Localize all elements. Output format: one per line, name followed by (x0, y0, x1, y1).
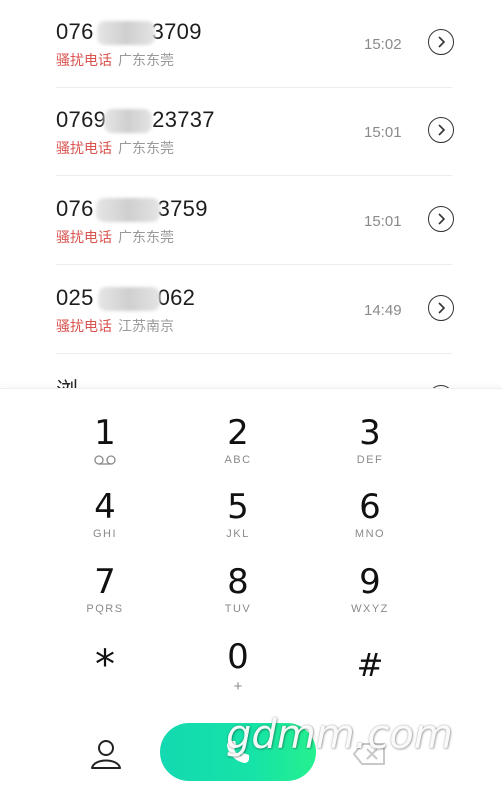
row-divider (56, 175, 452, 176)
key-star[interactable]: * (45, 645, 165, 715)
call-log-list: 076 3709 骚扰电话 广东东莞 15:02 0769 23737 骚扰电话 广东东… (0, 0, 502, 390)
redacted-blur (98, 287, 160, 311)
key-5[interactable]: 5 JKL (178, 487, 298, 557)
call-log-row[interactable]: 025 062 骚扰电话 江苏南京 14:49 (0, 266, 502, 354)
key-hash[interactable]: # (310, 645, 430, 715)
spam-tag: 骚扰电话 (56, 52, 112, 68)
key-digit: 7 (94, 562, 116, 602)
call-meta: 骚扰电话 广东东莞 (56, 227, 174, 247)
key-digit: 5 (227, 487, 249, 527)
call-time: 15:01 (364, 124, 402, 141)
row-divider (56, 353, 452, 354)
call-meta: 骚扰电话 广东东莞 (56, 50, 174, 70)
key-9[interactable]: 9 WXYZ (310, 562, 430, 632)
chevron-right-icon (438, 213, 446, 225)
call-log-row[interactable]: 076 3709 骚扰电话 广东东莞 15:02 (0, 0, 502, 88)
key-6[interactable]: 6 MNO (310, 487, 430, 557)
key-digit: 1 (94, 413, 116, 453)
chevron-right-icon (438, 36, 446, 48)
key-digit: 8 (227, 562, 249, 602)
caller-location: 广东东莞 (118, 229, 174, 245)
key-digit: # (356, 646, 384, 684)
key-digit: 0 (227, 637, 249, 677)
call-log-row[interactable]: 0769 23737 骚扰电话 广东东莞 15:01 (0, 88, 502, 176)
key-7[interactable]: 7 PQRS (45, 562, 165, 632)
key-letters: JKL (226, 528, 250, 540)
contacts-button[interactable] (88, 736, 124, 772)
key-digit: 4 (94, 487, 116, 527)
key-8[interactable]: 8 TUV (178, 562, 298, 632)
chevron-right-icon (438, 124, 446, 136)
call-detail-button[interactable] (428, 29, 454, 55)
call-meta: 骚扰电话 江苏南京 (56, 316, 174, 336)
caller-location: 广东东莞 (118, 52, 174, 68)
key-1[interactable]: 1 (45, 413, 165, 483)
key-letters: MNO (354, 528, 386, 540)
redacted-blur (96, 198, 160, 222)
call-time: 15:02 (364, 36, 402, 53)
key-digit: 3 (359, 413, 381, 453)
key-digit: 6 (359, 487, 381, 527)
key-letters: DEF (356, 454, 384, 466)
spam-tag: 骚扰电话 (56, 318, 112, 334)
person-icon (91, 740, 121, 769)
row-divider (56, 264, 452, 265)
key-letters: TUV (224, 603, 252, 615)
spam-tag: 骚扰电话 (56, 229, 112, 245)
call-detail-button[interactable] (428, 117, 454, 143)
redacted-blur (104, 109, 152, 133)
key-digit: 9 (359, 562, 381, 602)
key-4[interactable]: 4 GHI (45, 487, 165, 557)
caller-location: 江苏南京 (118, 318, 174, 334)
key-3[interactable]: 3 DEF (310, 413, 430, 483)
spam-tag: 骚扰电话 (56, 140, 112, 156)
key-letters: GHI (92, 528, 118, 540)
call-detail-button[interactable] (428, 206, 454, 232)
call-detail-button[interactable] (428, 295, 454, 321)
redacted-blur (97, 21, 155, 45)
key-letters: WXYZ (351, 603, 389, 615)
call-time: 15:01 (364, 213, 402, 230)
call-log-row[interactable]: 076 3759 骚扰电话 广东东莞 15:01 (0, 177, 502, 265)
chevron-right-icon (438, 302, 446, 314)
call-time: 14:49 (364, 302, 402, 319)
key-digit: * (95, 642, 115, 688)
key-0[interactable]: 0 + (178, 637, 298, 707)
key-digit: 2 (227, 413, 249, 453)
caller-location: 广东东莞 (118, 140, 174, 156)
watermark: gdmm.com (226, 712, 453, 758)
key-letters: PQRS (86, 603, 124, 615)
key-letters: + (233, 678, 243, 695)
call-meta: 骚扰电话 广东东莞 (56, 138, 174, 158)
key-2[interactable]: 2 ABC (178, 413, 298, 483)
voicemail-icon (45, 454, 165, 468)
key-letters: ABC (224, 454, 252, 466)
